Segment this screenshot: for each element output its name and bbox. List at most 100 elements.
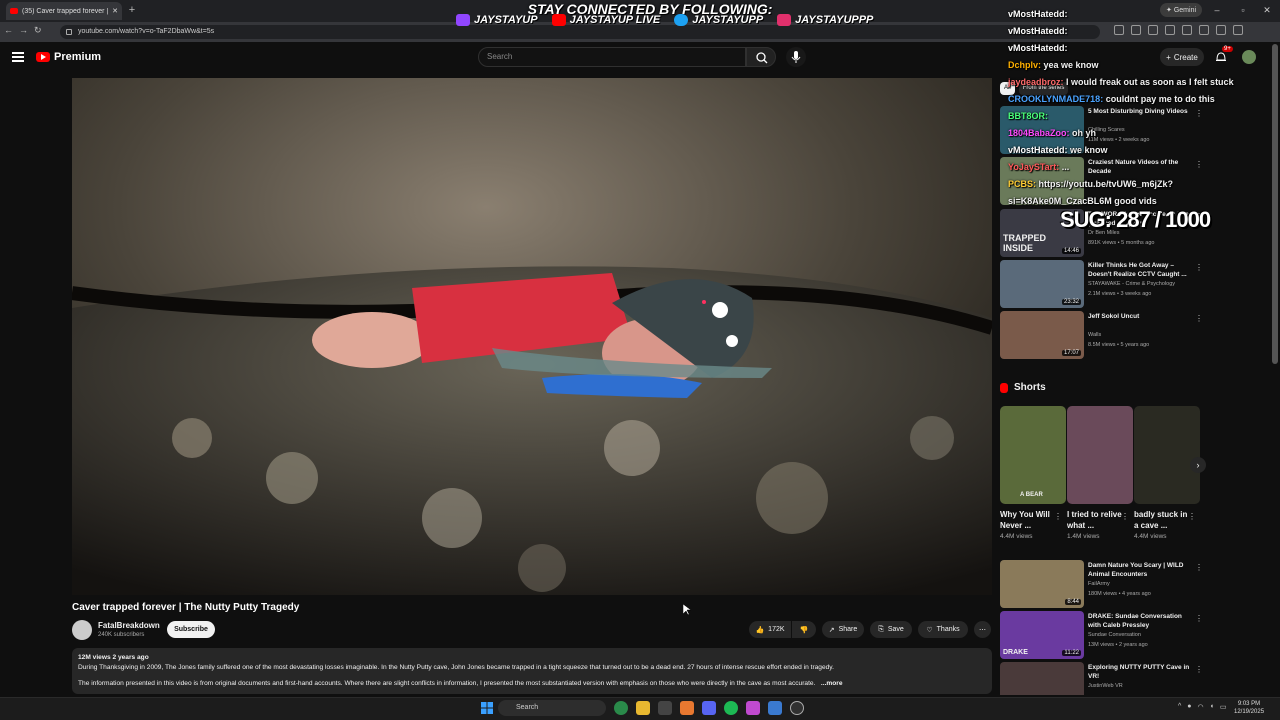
site-info-icon[interactable] [66,29,72,35]
social-youtube: JAYSTAYUP LIVE [551,14,660,26]
description-box[interactable]: 12M views 2 years ago During Thanksgivin… [72,648,992,694]
short-thumbnail[interactable] [1067,406,1133,504]
short-title[interactable]: Why You Will Never ... [1000,509,1056,531]
reload-icon[interactable]: ↻ [34,25,42,36]
chat-message: jaydeadbroz: I would freak out as soon a… [1008,74,1278,91]
mic-icon[interactable]: ● [1187,703,1191,711]
app-icon[interactable] [768,701,782,715]
mouse-cursor-icon [683,604,691,616]
rec-channel: JustinWeb VR [1088,683,1123,689]
channel-name[interactable]: FatalBreakdown [98,621,160,630]
chat-text: oh yh [1072,128,1097,138]
chat-message: BBT8OR: [1008,108,1278,125]
more-vertical-icon[interactable]: ⋮ [1121,512,1129,521]
search-button[interactable] [746,47,776,67]
obs-icon[interactable] [790,701,804,715]
photos-icon[interactable] [746,701,760,715]
short-title[interactable]: badly stuck in a cave ... [1134,509,1190,531]
subscribe-button[interactable]: Subscribe [167,621,215,638]
video-thumbnail: DRAKE 11:22 [1000,611,1084,659]
more-link[interactable]: ...more [821,680,843,687]
new-tab-button[interactable]: + [126,4,138,16]
video-duration: 8:44 [1065,599,1081,605]
browser-tab[interactable]: (35) Caver trapped forever | The ✕ [6,2,122,20]
more-vertical-icon[interactable]: ⋮ [1054,512,1062,521]
dislike-button[interactable]: 👎 [792,621,816,638]
close-tab-icon[interactable]: ✕ [112,7,118,15]
voice-search-button[interactable] [786,47,806,67]
more-vertical-icon[interactable]: ⋮ [1195,665,1200,674]
battery-icon[interactable]: ▭ [1220,703,1227,711]
thanks-button[interactable]: ♡ Thanks [918,621,968,638]
overlay-socials: JAYSTAYUP JAYSTAYUP LIVE JAYSTAYUPP JAYS… [456,14,873,26]
forward-icon[interactable]: → [19,25,28,36]
taskbar-search[interactable]: Search [498,700,606,716]
short-thumbnail[interactable] [1134,406,1200,504]
rec-title: DRAKE: Sundae Conversation with Caleb Pr… [1088,613,1182,629]
youtube-icon [551,14,566,26]
hamburger-menu-icon[interactable] [12,52,24,62]
save-button[interactable]: ⎘ Save [870,621,912,638]
more-vertical-icon[interactable]: ⋮ [1188,512,1196,521]
share-button[interactable]: ↗ Share [822,621,864,638]
terminal-icon[interactable] [658,701,672,715]
shorts-icon [1000,382,1008,393]
heart-dollar-icon: ♡ [926,626,933,634]
recommendation-item[interactable]: DRAKE 11:22 DRAKE: Sundae Conversation w… [1000,611,1203,659]
search-input[interactable]: Search [478,47,746,67]
youtube-logo[interactable]: Premium [36,51,101,63]
chrome-icon[interactable] [614,701,628,715]
more-actions-button[interactable]: ⋯ [974,621,991,638]
rec-views: 8.5M views • 5 years ago [1088,342,1150,348]
social-twitch: JAYSTAYUP [456,14,538,26]
thumbs-up-icon: 👍 [755,626,765,634]
rec-title: Exploring NUTTY PUTTY Cave in VR! [1088,664,1190,680]
recommendation-item[interactable]: 23:32 Killer Thinks He Got Away – Doesn'… [1000,260,1203,308]
taskbar-clock[interactable]: 9:03 PM 12/19/2025 [1234,700,1264,716]
thumb-caption: DRAKE [1003,649,1028,656]
twitter-icon [674,14,689,26]
sug-counter: SUG: 287 / 1000 [1060,207,1211,232]
recommendation-item[interactable]: Exploring NUTTY PUTTY Cave in VR! Justin… [1000,662,1200,695]
description-line-1: During Thanksgiving in 2009, The Jones f… [78,664,834,671]
rec-channel: FailArmy [1088,581,1110,587]
chat-message: vMostHatedd: [1008,6,1278,23]
url-field[interactable]: youtube.com/watch?v=o-TaF2DbaWw&t=5s [60,25,1100,39]
video-duration: 14:46 [1061,248,1081,254]
social-instagram: JAYSTAYUPPP [777,14,873,26]
twitch-icon [456,14,470,26]
share-icon: ↗ [828,626,835,634]
video-duration: 23:32 [1061,299,1081,305]
wifi-icon[interactable]: ◠ [1198,703,1204,711]
short-thumbnail[interactable]: A BEAR [1000,406,1066,504]
chat-user: BBT8OR: [1008,111,1048,121]
volume-icon[interactable]: ◖ [1210,703,1214,711]
chevron-up-icon[interactable]: ^ [1178,703,1181,711]
like-button[interactable]: 👍 172K [749,621,791,638]
video-player[interactable] [72,78,992,595]
video-duration: 17:07 [1061,350,1081,356]
app-icon[interactable] [680,701,694,715]
chat-user: vMostHatedd: [1008,145,1068,155]
short-title[interactable]: I tried to relive what ... [1067,509,1123,531]
windows-start-icon[interactable] [481,702,493,714]
back-icon[interactable]: ← [4,25,13,36]
rec-title: Damn Nature You Scary | WILD Animal Enco… [1088,562,1184,578]
more-vertical-icon[interactable]: ⋮ [1195,314,1203,323]
more-vertical-icon[interactable]: ⋮ [1195,563,1203,572]
folder-icon[interactable] [636,701,650,715]
discord-icon[interactable] [702,701,716,715]
recommendation-item[interactable]: 8:44 Damn Nature You Scary | WILD Animal… [1000,560,1203,608]
video-duration: 11:22 [1062,650,1081,656]
views-date: 12M views 2 years ago [78,654,149,661]
recommendation-item[interactable]: 17:07 Jeff Sokol Uncut Walls 8.5M views … [1000,311,1203,359]
more-vertical-icon[interactable]: ⋮ [1195,614,1203,623]
more-vertical-icon[interactable]: ⋮ [1195,263,1203,272]
mic-icon [791,51,801,63]
shorts-next-button[interactable]: › [1190,457,1206,473]
instagram-icon [777,14,792,26]
channel-avatar[interactable] [72,620,92,640]
rec-channel: Sundae Conversation [1088,632,1141,638]
clock-date: 12/19/2025 [1234,709,1265,715]
spotify-icon[interactable] [724,701,738,715]
